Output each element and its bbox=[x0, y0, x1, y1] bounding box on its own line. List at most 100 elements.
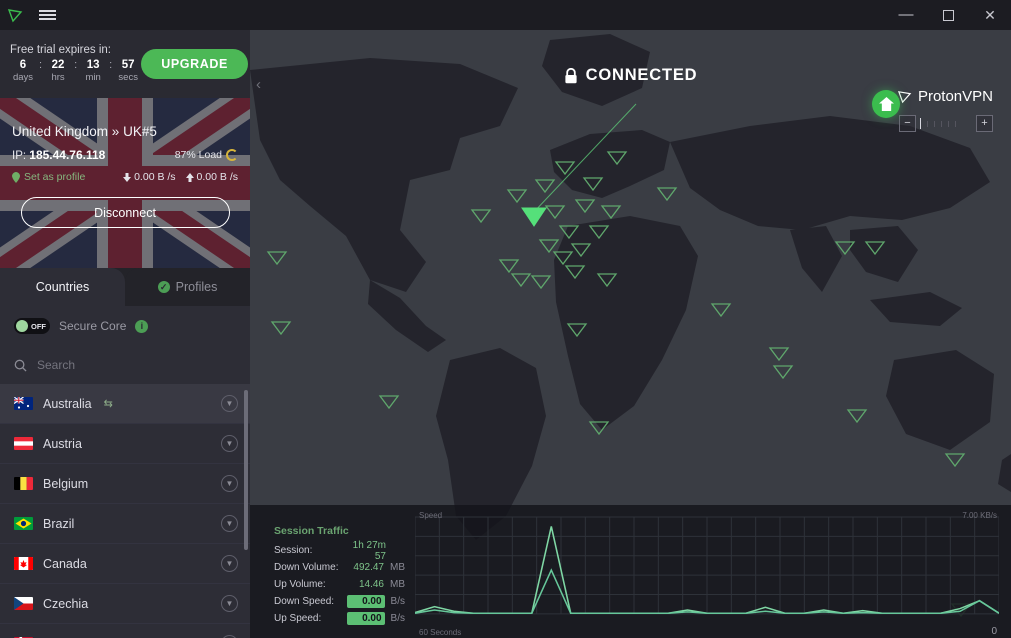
flag-czechia bbox=[14, 597, 33, 610]
close-button[interactable]: ✕ bbox=[969, 0, 1011, 30]
session-traffic-overlay: Session Traffic Session: 1h 27m 57 Down … bbox=[250, 505, 1011, 638]
flag-canada bbox=[14, 557, 33, 570]
connected-server-title: United Kingdom » UK#5 bbox=[12, 124, 157, 139]
session-traffic-title: Session Traffic bbox=[274, 525, 349, 537]
protonvpn-window: — ✕ Free trial expires in: 6 days: 22 h… bbox=[0, 0, 1011, 638]
stat-value: 1h 27m 57 bbox=[352, 539, 386, 562]
stat-row-session: Session: 1h 27m 57 bbox=[274, 539, 405, 562]
chevron-down-icon[interactable]: ▼ bbox=[221, 555, 238, 572]
stat-row-down-volume: Down Volume: 492.47 MB bbox=[274, 559, 405, 576]
brand-name: ProtonVPN bbox=[917, 88, 993, 105]
stat-key: Down Speed: bbox=[274, 596, 335, 607]
stat-row-up-speed: Up Speed: 0.00 B/s bbox=[274, 610, 405, 627]
minimize-icon: — bbox=[898, 6, 914, 23]
ip-address: IP: 185.44.76.118 bbox=[12, 148, 105, 162]
home-marker[interactable] bbox=[872, 90, 900, 118]
stat-value: 492.47 bbox=[353, 562, 384, 573]
country-name: Canada bbox=[43, 556, 87, 571]
secure-core-toggle-state: OFF bbox=[31, 321, 46, 331]
chevron-down-icon[interactable]: ▼ bbox=[221, 515, 238, 532]
stat-value: 14.46 bbox=[358, 579, 384, 590]
flag-belgium bbox=[14, 477, 33, 490]
country-row-czechia[interactable]: Czechia ▼ bbox=[0, 584, 250, 624]
countdown-secs: 57 secs bbox=[115, 59, 141, 84]
countdown-days: 6 days bbox=[10, 59, 36, 84]
map-zoom-control[interactable]: − + bbox=[899, 115, 993, 132]
secure-core-toggle[interactable]: OFF bbox=[14, 318, 50, 334]
ip-value: 185.44.76.118 bbox=[29, 148, 106, 162]
tab-countries[interactable]: Countries bbox=[0, 268, 125, 306]
sidebar-tabs: Countries ✓ Profiles bbox=[0, 268, 250, 306]
countdown-sep: : bbox=[109, 59, 113, 71]
country-list[interactable]: Australia ⇆ ▼ Austria ▼ Belgium ▼ Brazil… bbox=[0, 384, 250, 638]
secure-core-label: Secure Core bbox=[59, 319, 127, 333]
trial-label: Free trial expires in: bbox=[10, 44, 111, 56]
upload-arrow-icon bbox=[185, 172, 194, 182]
chevron-down-icon[interactable]: ▼ bbox=[221, 595, 238, 612]
country-row-belgium[interactable]: Belgium ▼ bbox=[0, 464, 250, 504]
countdown-hrs: 22 hrs bbox=[45, 59, 71, 84]
countdown-min: 13 min bbox=[80, 59, 106, 84]
zoom-tick bbox=[934, 120, 935, 127]
set-as-profile-label: Set as profile bbox=[24, 171, 86, 183]
search-row bbox=[0, 346, 250, 384]
session-traffic-stats: Session Traffic Session: 1h 27m 57 Down … bbox=[250, 505, 405, 638]
check-circle-icon: ✓ bbox=[157, 281, 170, 293]
countdown-hrs-unit: hrs bbox=[51, 72, 65, 83]
speed-chart: Speed 7.00 KB/s 60 Seconds 0 bbox=[405, 505, 1011, 638]
zoom-slider[interactable] bbox=[920, 118, 972, 129]
upgrade-button[interactable]: UPGRADE bbox=[141, 49, 248, 79]
upload-speed-value: 0.00 B /s bbox=[196, 171, 238, 183]
info-icon[interactable]: i bbox=[135, 319, 149, 333]
zoom-out-button[interactable]: − bbox=[899, 115, 916, 132]
country-row-brazil[interactable]: Brazil ▼ bbox=[0, 504, 250, 544]
maximize-button[interactable] bbox=[927, 0, 969, 30]
minimize-button[interactable]: — bbox=[885, 0, 927, 30]
search-icon bbox=[14, 359, 27, 372]
trial-banner: Free trial expires in: 6 days : 22 hrs : bbox=[0, 30, 250, 98]
connection-status-header: CONNECTED bbox=[250, 66, 1011, 85]
chevron-down-icon[interactable]: ▼ bbox=[221, 435, 238, 452]
chart-ymin-label: 0 bbox=[991, 626, 997, 637]
chevron-down-icon[interactable]: ▼ bbox=[221, 475, 238, 492]
search-input[interactable] bbox=[37, 358, 207, 372]
world-map[interactable]: ‹ CONNECTED ProtonVPN − + Session Traffi… bbox=[250, 30, 1011, 638]
country-name: Brazil bbox=[43, 516, 75, 531]
download-arrow-icon bbox=[123, 172, 132, 182]
country-row-austria[interactable]: Austria ▼ bbox=[0, 424, 250, 464]
countdown-days-unit: days bbox=[12, 72, 34, 83]
country-row-denmark[interactable]: Denmark ▼ bbox=[0, 624, 250, 638]
sidebar: Free trial expires in: 6 days : 22 hrs : bbox=[0, 30, 250, 638]
stat-key: Up Volume: bbox=[274, 579, 326, 590]
set-as-profile-link[interactable]: Set as profile bbox=[12, 171, 85, 183]
country-list-scrollbar[interactable] bbox=[244, 390, 248, 550]
secure-core-row: OFF Secure Core i bbox=[0, 306, 250, 346]
chevron-down-icon[interactable]: ▼ bbox=[221, 395, 238, 412]
tab-profiles[interactable]: ✓ Profiles bbox=[125, 268, 250, 306]
zoom-in-button[interactable]: + bbox=[976, 115, 993, 132]
countdown-days-value: 6 bbox=[19, 59, 27, 71]
country-row-canada[interactable]: Canada ▼ bbox=[0, 544, 250, 584]
flag-brazil bbox=[14, 517, 33, 530]
trial-countdown: 6 days : 22 hrs : 13 min : 57 secs bbox=[10, 59, 141, 84]
disconnect-button[interactable]: Disconnect bbox=[20, 197, 230, 228]
flag-australia bbox=[14, 397, 33, 410]
countdown-secs-value: 57 bbox=[121, 59, 135, 71]
chart-ylabel: Speed bbox=[419, 511, 443, 520]
country-row-australia[interactable]: Australia ⇆ ▼ bbox=[0, 384, 250, 424]
pin-icon bbox=[12, 171, 20, 183]
countdown-sep: : bbox=[39, 59, 43, 71]
chart-xlabel: 60 Seconds bbox=[419, 628, 462, 637]
close-icon: ✕ bbox=[984, 6, 996, 23]
hamburger-menu-icon[interactable] bbox=[30, 8, 64, 22]
countdown-sep: : bbox=[74, 59, 78, 71]
home-icon bbox=[878, 97, 894, 111]
connection-panel: United Kingdom » UK#5 IP: 185.44.76.118 … bbox=[0, 98, 250, 268]
speed-chart-canvas bbox=[415, 516, 999, 615]
lock-icon bbox=[565, 67, 577, 83]
country-name: Czechia bbox=[43, 596, 89, 611]
upload-speed: 0.00 B /s bbox=[185, 171, 238, 183]
maximize-icon bbox=[942, 9, 954, 21]
country-name: Austria bbox=[43, 436, 82, 451]
chart-ymax-label: 7.00 KB/s bbox=[962, 511, 997, 520]
